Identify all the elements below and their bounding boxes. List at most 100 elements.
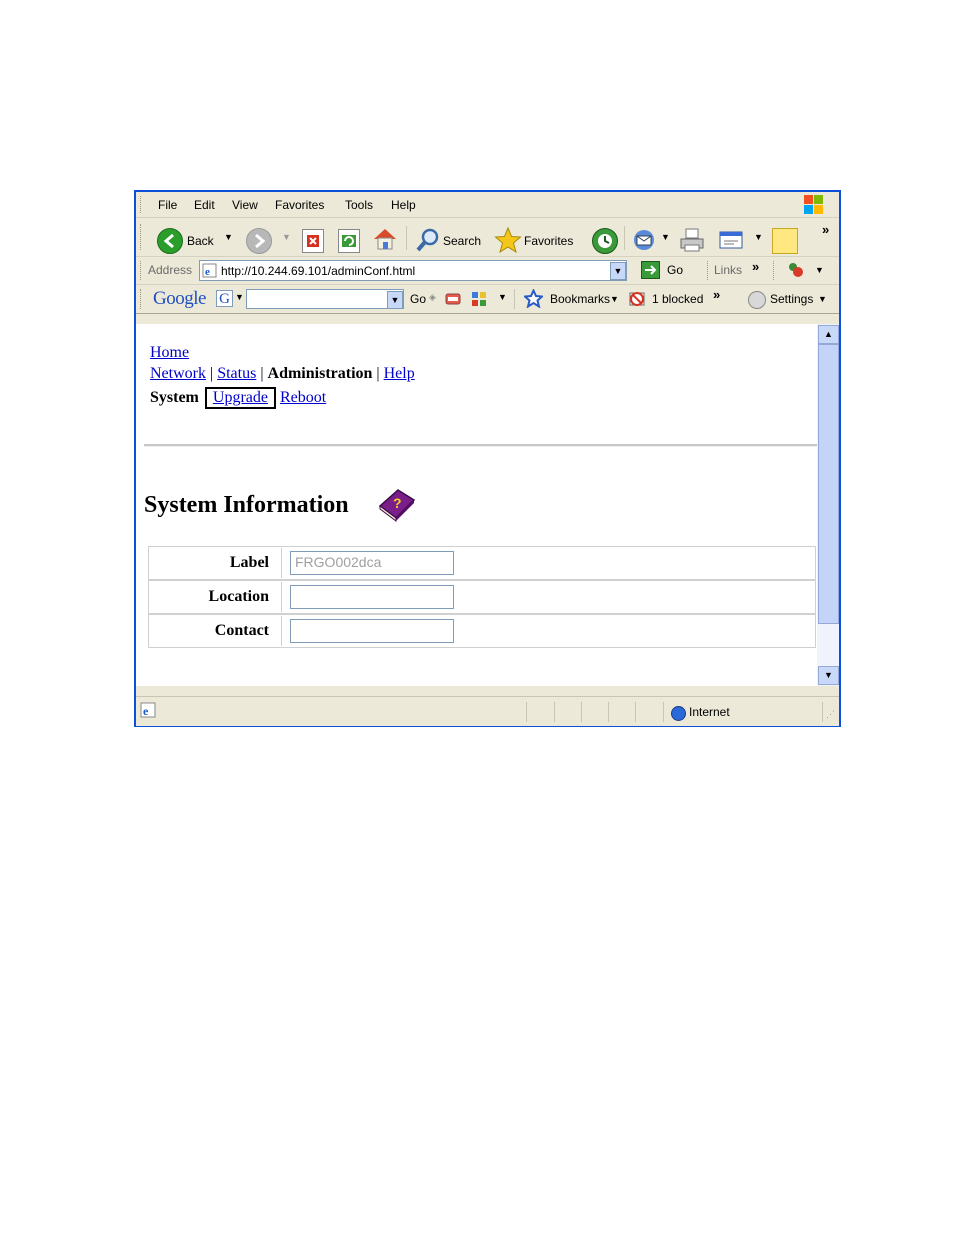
toolbar-grip — [140, 224, 143, 250]
nav-home-line: Home — [150, 344, 189, 362]
history-icon[interactable] — [592, 228, 618, 254]
windows-logo-icon — [804, 195, 824, 214]
nav-link-home[interactable]: Home — [150, 344, 189, 361]
menu-edit[interactable]: Edit — [194, 198, 215, 212]
google-search-dropdown-icon[interactable]: ▼ — [387, 291, 403, 309]
nav-link-status[interactable]: Status — [217, 365, 256, 382]
back-label[interactable]: Back — [187, 234, 214, 248]
field-label-contact: Contact — [150, 616, 282, 646]
edit-icon[interactable] — [718, 229, 746, 251]
mail-dropdown-icon[interactable]: ▼ — [661, 232, 670, 242]
svg-text:e: e — [205, 266, 210, 278]
refresh-icon[interactable] — [338, 229, 360, 253]
google-separator-icon: ◈ — [429, 292, 436, 302]
google-pagerank-icon[interactable] — [444, 290, 462, 308]
menu-view[interactable]: View — [232, 198, 258, 212]
form-row-location: Location — [148, 580, 816, 614]
scroll-down-icon[interactable]: ▼ — [818, 666, 839, 685]
google-overflow-icon[interactable]: » — [713, 287, 720, 302]
nav-separator: | — [376, 365, 380, 382]
favorites-label[interactable]: Favorites — [524, 234, 573, 248]
search-label[interactable]: Search — [443, 234, 481, 248]
toolbar-overflow-icon[interactable]: » — [822, 222, 829, 237]
contact-input[interactable] — [290, 619, 454, 643]
menu-file[interactable]: File — [158, 198, 177, 212]
help-book-icon[interactable]: ? — [376, 484, 418, 522]
google-search-input[interactable]: ▼ — [246, 289, 404, 309]
vertical-scrollbar[interactable]: ▲ ▼ — [817, 324, 839, 686]
edit-dropdown-icon[interactable]: ▼ — [754, 232, 763, 242]
google-go-button[interactable]: Go — [410, 292, 426, 306]
links-label[interactable]: Links — [714, 263, 742, 277]
nav-current-system: System — [150, 389, 199, 406]
svg-text:?: ? — [393, 495, 402, 511]
page-content: Home Network | Status | Administration |… — [136, 324, 817, 686]
print-icon[interactable] — [678, 227, 706, 253]
go-button[interactable]: Go — [667, 263, 683, 277]
google-g-icon[interactable]: G — [216, 290, 233, 307]
bookmarks-button[interactable]: Bookmarks — [550, 292, 610, 306]
messenger-icon[interactable] — [786, 261, 804, 279]
favorites-star-icon[interactable] — [494, 226, 522, 254]
menu-help[interactable]: Help — [391, 198, 416, 212]
form-row-contact: Contact — [148, 614, 816, 648]
mail-icon[interactable] — [633, 229, 659, 251]
settings-gear-icon[interactable] — [748, 291, 766, 309]
forward-arrow-icon[interactable] — [246, 228, 272, 254]
messenger-dropdown-icon[interactable]: ▼ — [815, 265, 824, 275]
settings-button[interactable]: Settings — [770, 292, 813, 306]
menu-favorites[interactable]: Favorites — [275, 198, 324, 212]
standard-toolbar: Back ▼ ▼ Search Favorites ▼ ▼ » — [136, 218, 839, 257]
field-label-label: Label — [150, 548, 282, 578]
address-dropdown-icon[interactable]: ▼ — [610, 262, 626, 280]
internet-globe-icon — [671, 706, 686, 721]
scroll-thumb[interactable] — [818, 344, 839, 624]
home-icon[interactable] — [371, 226, 399, 252]
google-options-dropdown-icon[interactable]: ▼ — [498, 292, 507, 302]
nav-link-help[interactable]: Help — [384, 365, 415, 382]
scroll-up-icon[interactable]: ▲ — [818, 325, 839, 344]
back-arrow-icon[interactable] — [157, 228, 183, 254]
page-title: System Information — [144, 492, 349, 518]
google-options-icon[interactable] — [470, 290, 488, 308]
google-g-dropdown-icon[interactable]: ▼ — [235, 292, 244, 302]
bookmarks-star-icon[interactable] — [522, 288, 545, 309]
form-row-label: Label FRGO002dca — [148, 546, 816, 580]
address-label: Address — [148, 263, 193, 277]
browser-window: File Edit View Favorites Tools Help Back… — [134, 190, 841, 727]
go-arrow-icon[interactable] — [641, 261, 660, 279]
forward-dropdown-icon[interactable]: ▼ — [282, 232, 291, 242]
settings-dropdown-icon[interactable]: ▼ — [818, 294, 827, 304]
page-status-icon: e — [140, 702, 156, 718]
nav-link-network[interactable]: Network — [150, 365, 206, 382]
nav-sub-line: System Upgrade Reboot — [150, 387, 326, 409]
browser-chrome: File Edit View Favorites Tools Help Back… — [136, 192, 839, 726]
popup-blocker-icon[interactable] — [628, 290, 646, 308]
back-dropdown-icon[interactable]: ▼ — [224, 232, 233, 242]
google-logo[interactable]: Google — [153, 288, 206, 310]
address-input[interactable]: e http://10.244.69.101/adminConf.html ▼ — [199, 260, 627, 281]
address-grip — [140, 261, 143, 280]
security-zone-label: Internet — [689, 705, 730, 719]
nav-link-reboot[interactable]: Reboot — [280, 389, 326, 406]
label-input[interactable]: FRGO002dca — [290, 551, 454, 575]
nav-current-administration: Administration — [267, 365, 373, 382]
nav-main-line: Network | Status | Administration | Help — [150, 365, 415, 383]
nav-separator: | — [209, 365, 214, 382]
location-input[interactable] — [290, 585, 454, 609]
popup-blocked-count[interactable]: 1 blocked — [652, 292, 703, 306]
address-bar: Address e http://10.244.69.101/adminConf… — [136, 257, 839, 285]
google-toolbar: Google G ▼ ▼ Go ◈ ▼ Bookmarks ▼ 1 blocke… — [136, 285, 839, 314]
nav-link-upgrade[interactable]: Upgrade — [213, 389, 268, 406]
resize-grip-icon[interactable]: ⋰ — [826, 709, 835, 720]
search-icon[interactable] — [415, 227, 441, 253]
stop-icon[interactable] — [302, 229, 324, 253]
nav-separator: | — [260, 365, 264, 382]
bookmarks-dropdown-icon[interactable]: ▼ — [610, 294, 619, 304]
links-overflow-icon[interactable]: » — [752, 259, 759, 274]
note-icon[interactable] — [772, 228, 798, 254]
menu-bar: File Edit View Favorites Tools Help — [136, 192, 839, 218]
status-bar: e Internet ⋰ — [136, 696, 839, 726]
address-url[interactable]: http://10.244.69.101/adminConf.html — [221, 264, 415, 278]
menu-tools[interactable]: Tools — [345, 198, 373, 212]
